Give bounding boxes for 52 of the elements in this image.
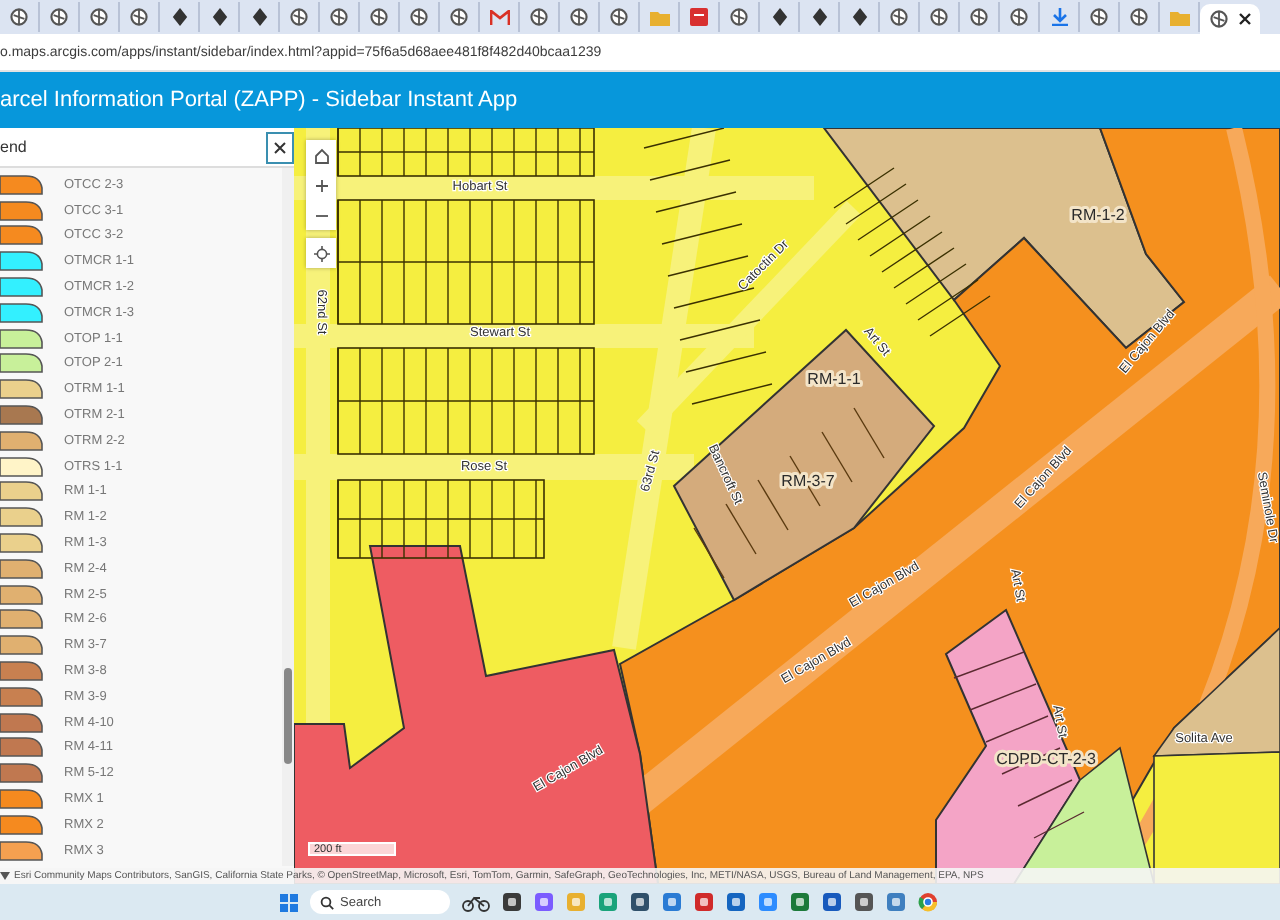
diamond-icon xyxy=(251,8,267,26)
globe-icon xyxy=(1130,8,1148,26)
locate-icon xyxy=(313,245,329,261)
diamond-icon xyxy=(211,8,227,26)
bicycle-icon[interactable] xyxy=(462,893,490,911)
diamond-icon xyxy=(851,8,867,26)
globe-icon xyxy=(290,8,308,26)
globe-icon xyxy=(610,8,628,26)
zone-label: RM-1-1 xyxy=(807,370,861,388)
locate-button[interactable] xyxy=(306,238,336,268)
globe-icon xyxy=(130,8,148,26)
app-title: arcel Information Portal (ZAPP) - Sidebar Instant App xyxy=(0,88,518,112)
globe-icon xyxy=(530,8,548,26)
download-icon xyxy=(1051,8,1067,26)
search-icon xyxy=(320,895,334,909)
diamond-icon xyxy=(171,8,187,26)
plus-icon xyxy=(315,179,327,191)
document-icon xyxy=(690,8,708,26)
home-button[interactable] xyxy=(306,140,336,170)
close-icon xyxy=(274,141,286,153)
globe-icon xyxy=(410,8,428,26)
close-icon[interactable] xyxy=(1237,12,1251,26)
folder-icon xyxy=(1169,9,1189,25)
globe-icon xyxy=(570,8,588,26)
globe-icon xyxy=(1010,8,1028,26)
browser-icon[interactable] xyxy=(918,892,938,912)
globe-icon xyxy=(90,8,108,26)
globe-icon xyxy=(450,8,468,26)
diamond-icon xyxy=(771,8,787,26)
zoom-out-button[interactable] xyxy=(306,200,336,230)
globe-icon xyxy=(370,8,388,26)
collapse-icon[interactable] xyxy=(0,872,10,880)
home-icon xyxy=(313,147,329,163)
globe-icon xyxy=(330,8,348,26)
globe-icon xyxy=(1209,10,1227,28)
windows-icon[interactable] xyxy=(280,893,298,911)
globe-icon xyxy=(10,8,28,26)
browser-tab[interactable] xyxy=(1200,4,1260,34)
globe-icon xyxy=(930,8,948,26)
globe-icon xyxy=(970,8,988,26)
globe-icon xyxy=(730,8,748,26)
close-button[interactable] xyxy=(266,131,294,163)
globe-icon xyxy=(1090,8,1108,26)
scrollbar[interactable] xyxy=(282,168,294,866)
minus-icon xyxy=(315,213,327,217)
folder-icon xyxy=(649,9,669,25)
globe-icon xyxy=(50,8,68,26)
zone-label: RM-1-2 xyxy=(1071,206,1125,224)
globe-icon xyxy=(890,8,908,26)
envelope-icon xyxy=(489,9,509,25)
panel-title: end xyxy=(0,138,27,156)
diamond-icon xyxy=(811,8,827,26)
